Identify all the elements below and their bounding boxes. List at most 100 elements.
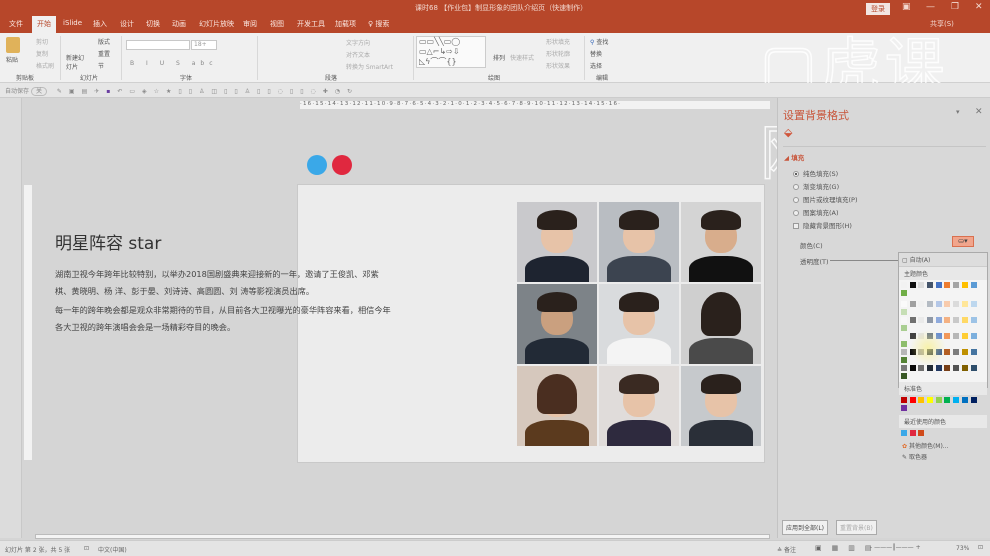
color-swatch[interactable] — [961, 333, 968, 339]
color-swatch[interactable] — [901, 397, 907, 403]
photo-1[interactable] — [517, 202, 597, 282]
autosave-toggle[interactable]: 关 — [30, 87, 47, 96]
color-swatch[interactable] — [953, 333, 960, 339]
arrange-button[interactable]: 排列 — [493, 53, 505, 62]
color-swatch[interactable] — [953, 282, 960, 288]
cut-button[interactable]: 剪切 — [36, 37, 48, 46]
color-swatch[interactable] — [901, 365, 907, 371]
color-swatch[interactable] — [918, 365, 925, 371]
color-swatch[interactable] — [935, 397, 942, 403]
shape-fill-button[interactable]: 形状填充 — [546, 37, 570, 46]
color-swatch[interactable] — [961, 365, 968, 371]
find-button[interactable]: ⚲ 查找 — [590, 37, 608, 46]
color-swatch[interactable] — [901, 325, 907, 331]
color-swatch[interactable] — [927, 301, 934, 307]
color-swatch[interactable] — [970, 317, 977, 323]
radio-gradient-fill[interactable]: 渐变填充(G) — [793, 181, 839, 191]
ribbon-display-icon[interactable]: ▣ — [902, 2, 911, 12]
color-swatch[interactable] — [935, 317, 942, 323]
color-swatch[interactable] — [970, 365, 977, 371]
reset-background-button[interactable]: 重置背景(B) — [836, 520, 877, 535]
color-swatch[interactable] — [944, 282, 951, 288]
slide-heading[interactable]: 明星阵容 star — [55, 229, 161, 254]
color-swatch[interactable] — [909, 365, 916, 371]
color-swatch[interactable] — [970, 301, 977, 307]
color-swatch[interactable] — [918, 282, 925, 288]
tab-insert[interactable]: 插入 — [93, 19, 107, 29]
photo-3[interactable] — [681, 202, 761, 282]
more-colors-option[interactable]: ✿ 其他颜色(M)... — [899, 440, 987, 451]
color-swatch[interactable] — [901, 290, 907, 296]
photo-4[interactable] — [517, 284, 597, 364]
tab-view[interactable]: 视图 — [270, 19, 284, 29]
radio-pattern-fill[interactable]: 图案填充(A) — [793, 207, 839, 217]
color-swatch[interactable] — [918, 301, 925, 307]
select-button[interactable]: 选择 — [590, 61, 602, 70]
color-swatch[interactable] — [944, 317, 951, 323]
restore-button[interactable]: ❐ — [951, 2, 959, 12]
reset-button[interactable]: 重置 — [98, 49, 110, 58]
color-swatch[interactable] — [909, 317, 916, 323]
color-swatch[interactable] — [909, 397, 916, 403]
color-swatch[interactable] — [901, 373, 907, 379]
color-swatch[interactable] — [901, 405, 907, 411]
color-swatch[interactable] — [961, 349, 968, 355]
language-status[interactable]: 中文(中国) — [98, 545, 127, 554]
color-swatch[interactable] — [901, 282, 907, 288]
qat-icons[interactable]: ✎▣▤✈▪↶▭◈☆★▯▯♙◫▯▯♙▯▯◌▯▯◌✚◔↻ — [57, 88, 359, 95]
tab-slideshow[interactable]: 幻灯片放映 — [199, 19, 234, 29]
shape-effects-button[interactable]: 形状效果 — [546, 61, 570, 70]
font-name-input[interactable] — [126, 40, 190, 50]
color-swatch[interactable] — [909, 282, 916, 288]
tab-file[interactable]: 文件 — [9, 19, 23, 29]
shape-outline-button[interactable]: 形状轮廓 — [546, 49, 570, 58]
photo-8[interactable] — [599, 366, 679, 446]
spellcheck-icon[interactable]: ⊡ — [84, 545, 89, 552]
hide-background-checkbox[interactable]: 隐藏背景图形(H) — [793, 220, 852, 230]
font-size-input[interactable]: 18+ — [191, 40, 217, 50]
tab-home[interactable]: 开始 — [32, 16, 56, 33]
color-swatch[interactable] — [961, 301, 968, 307]
photo-2[interactable] — [599, 202, 679, 282]
fill-bucket-icon[interactable]: ⬙ — [784, 126, 792, 139]
tab-addins[interactable]: 加载项 — [335, 19, 356, 29]
color-swatch[interactable] — [901, 341, 907, 347]
color-swatch[interactable] — [909, 430, 916, 436]
color-swatch[interactable] — [935, 365, 942, 371]
tab-search[interactable]: ♀ 搜索 — [368, 19, 389, 29]
blue-circle-shape[interactable] — [307, 155, 327, 175]
tab-developer[interactable]: 开发工具 — [297, 19, 325, 29]
photo-6[interactable] — [681, 284, 761, 364]
font-format-buttons[interactable]: B I U S abc — [130, 60, 218, 67]
color-swatch[interactable] — [901, 357, 907, 363]
color-swatch[interactable] — [927, 317, 934, 323]
color-swatch[interactable] — [927, 282, 934, 288]
horizontal-scrollbar[interactable] — [35, 534, 770, 539]
photo-5[interactable] — [599, 284, 679, 364]
color-swatch[interactable] — [901, 309, 907, 315]
login-button[interactable]: 登录 — [866, 3, 890, 15]
radio-solid-fill[interactable]: 纯色填充(S) — [793, 168, 838, 178]
fit-to-window-icon[interactable]: ⊡ — [978, 544, 983, 551]
color-swatch[interactable] — [970, 282, 977, 288]
color-swatch[interactable] — [909, 301, 916, 307]
automatic-color-option[interactable]: ▢ 自动(A) — [899, 253, 987, 267]
color-swatch[interactable] — [953, 365, 960, 371]
color-swatch[interactable] — [953, 397, 960, 403]
color-swatch[interactable] — [970, 333, 977, 339]
tab-animations[interactable]: 动画 — [172, 19, 186, 29]
tab-transitions[interactable]: 切换 — [146, 19, 160, 29]
quick-styles-button[interactable]: 快速样式 — [510, 53, 534, 62]
text-direction-button[interactable]: 文字方向 — [346, 38, 370, 47]
fill-section-header[interactable]: ◢ 填充 — [784, 152, 804, 162]
slide-paragraph-2[interactable]: 每一年的跨年晚会都是观众非常期待的节目，从目前各大卫视曝光的豪华阵容来看，相信今… — [55, 302, 395, 336]
color-swatch[interactable] — [961, 282, 968, 288]
radio-picture-fill[interactable]: 图片或纹理填充(P) — [793, 194, 858, 204]
transparency-slider[interactable] — [830, 260, 900, 261]
slide-paragraph-1[interactable]: 湖南卫视今年跨年比较特别，以举办2018国剧盛典来迎接新的一年，邀请了王俊凯、邓… — [55, 266, 395, 300]
eyedropper-option[interactable]: ✎ 取色器 — [899, 451, 987, 462]
tab-design[interactable]: 设计 — [120, 19, 134, 29]
color-swatch[interactable] — [918, 430, 925, 436]
pane-options-icon[interactable]: ▾ — [956, 108, 960, 116]
notes-button[interactable]: ≙ 备注 — [777, 545, 796, 554]
